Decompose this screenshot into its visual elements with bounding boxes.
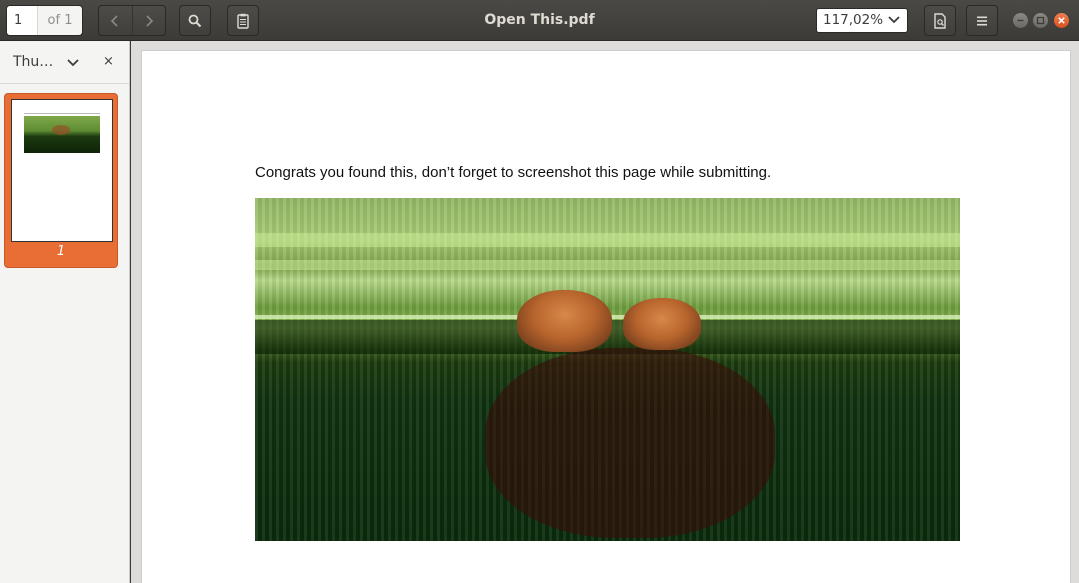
- minimize-button[interactable]: [1013, 13, 1028, 28]
- glitch-band: [255, 260, 960, 270]
- page-total-label: of 1: [47, 13, 73, 28]
- thumbnail-image: [24, 116, 100, 153]
- maximize-button[interactable]: [1033, 13, 1048, 28]
- sidebar-mode-selector[interactable]: Thu…: [13, 41, 53, 84]
- next-page-button[interactable]: [131, 6, 165, 35]
- glitch-band: [255, 233, 960, 247]
- document-view[interactable]: Congrats you found this, don’t forget to…: [131, 41, 1079, 583]
- annotations-button[interactable]: [227, 5, 259, 36]
- chevron-down-icon: [888, 16, 900, 24]
- cat-right: [623, 298, 701, 350]
- chevron-left-icon: [111, 14, 119, 27]
- maximize-icon: [1036, 16, 1045, 25]
- sidebar-header: Thu… ×: [0, 41, 129, 84]
- document-properties-button[interactable]: [924, 5, 956, 36]
- sidebar: Thu… × 1: [0, 41, 130, 583]
- previous-page-button[interactable]: [99, 6, 132, 35]
- chevron-down-icon[interactable]: [66, 56, 80, 70]
- thumbnail-preview: [11, 99, 113, 242]
- search-icon: [188, 14, 202, 27]
- thumbnail-page-number: 1: [56, 244, 66, 259]
- search-button[interactable]: [179, 5, 211, 36]
- close-icon: [1058, 17, 1065, 24]
- chevron-right-icon: [146, 14, 154, 27]
- sidebar-close-button[interactable]: ×: [103, 54, 114, 69]
- clipboard-icon: [237, 13, 249, 29]
- close-window-button[interactable]: [1054, 13, 1069, 28]
- page-text: Congrats you found this, don’t forget to…: [255, 164, 772, 181]
- pdf-page: Congrats you found this, don’t forget to…: [141, 50, 1071, 583]
- cat-left: [517, 290, 612, 352]
- page-image: [255, 198, 960, 541]
- page-navigation-group: [98, 5, 166, 36]
- zoom-value: 117,02%: [823, 12, 884, 28]
- header-bar: 1 of 1 Open This.pdf 117,02%: [0, 0, 1079, 41]
- document-properties-icon: [934, 12, 946, 29]
- reflection-shape: [485, 348, 775, 538]
- main-menu-button[interactable]: [966, 5, 998, 36]
- current-page-field[interactable]: 1: [7, 6, 38, 35]
- page-number-entry[interactable]: 1 of 1: [6, 5, 83, 36]
- hamburger-menu-icon: [977, 16, 987, 25]
- zoom-selector[interactable]: 117,02%: [816, 8, 908, 33]
- page-thumbnail[interactable]: 1: [4, 93, 118, 268]
- minimize-icon: [1017, 19, 1024, 22]
- thumbnail-text-line: [24, 113, 100, 114]
